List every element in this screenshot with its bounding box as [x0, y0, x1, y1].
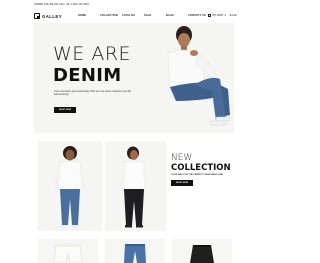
- black-skirt-image: [190, 245, 214, 263]
- hero-banner: WE ARE DENIM Your new look is just a cli…: [34, 23, 234, 133]
- cart-count: 0: [224, 14, 227, 17]
- brand-logo[interactable]: GALLEY: [34, 12, 62, 20]
- nav-item-sale[interactable]: SALE: [144, 14, 166, 17]
- nav-item-home[interactable]: HOME: [78, 14, 100, 17]
- white-shorts-image: [53, 244, 83, 263]
- nav-item-blog[interactable]: BLOG: [166, 14, 188, 17]
- product-card-white-shorts[interactable]: [38, 239, 98, 263]
- hero-title-line2: DENIM: [53, 65, 122, 86]
- cart-label: MY CART: [212, 14, 224, 17]
- product-card-black-skirt[interactable]: [172, 239, 232, 263]
- product-card-blue-jeans[interactable]: [105, 239, 165, 263]
- cart-icon: [208, 14, 211, 17]
- nav-item-contact-us[interactable]: CONTACT US: [188, 14, 210, 17]
- hero-title-line1: WE ARE: [53, 43, 132, 65]
- top-bar: ORDER ONLINE OR CALL US: 1-800-123-4567: [0, 0, 263, 9]
- currency-selector[interactable]: $ USD: [230, 14, 237, 17]
- men-model-image: [120, 146, 148, 228]
- hero-shop-now-button[interactable]: SHOP NOW: [54, 107, 76, 113]
- galley-logo-icon: [34, 13, 40, 19]
- new-collection-block: NEW COLLECTION YOUR WAY FOR THE PERFECT …: [171, 154, 231, 186]
- collection-shop-now-button[interactable]: SHOP NOW: [171, 180, 193, 186]
- hero-description: Your new look is just a click away. With…: [54, 90, 131, 97]
- model-card-women[interactable]: [38, 141, 102, 231]
- main-navigation: GALLEY HOME COLLECTION CATALOG SALE BLOG…: [0, 9, 263, 23]
- announcement-text: ORDER ONLINE OR CALL US: 1-800-123-4567: [34, 3, 90, 6]
- collection-title-line1: NEW: [171, 153, 193, 163]
- collection-title-line2: COLLECTION: [171, 163, 231, 173]
- women-model-image: [54, 146, 86, 228]
- nav-item-collection[interactable]: COLLECTION: [100, 14, 122, 17]
- hero-model-image: [167, 26, 231, 126]
- nav-menu: HOME COLLECTION CATALOG SALE BLOG CONTAC…: [78, 14, 210, 17]
- cart-link[interactable]: MY CART 0 $ USD: [208, 14, 237, 17]
- brand-name: GALLEY: [42, 13, 62, 19]
- blue-jeans-image: [124, 244, 146, 263]
- nav-item-catalog[interactable]: CATALOG: [122, 14, 144, 17]
- collection-subtitle: YOUR WAY FOR THE PERFECT SEASONING FIND: [171, 174, 224, 176]
- model-card-men[interactable]: [105, 141, 166, 231]
